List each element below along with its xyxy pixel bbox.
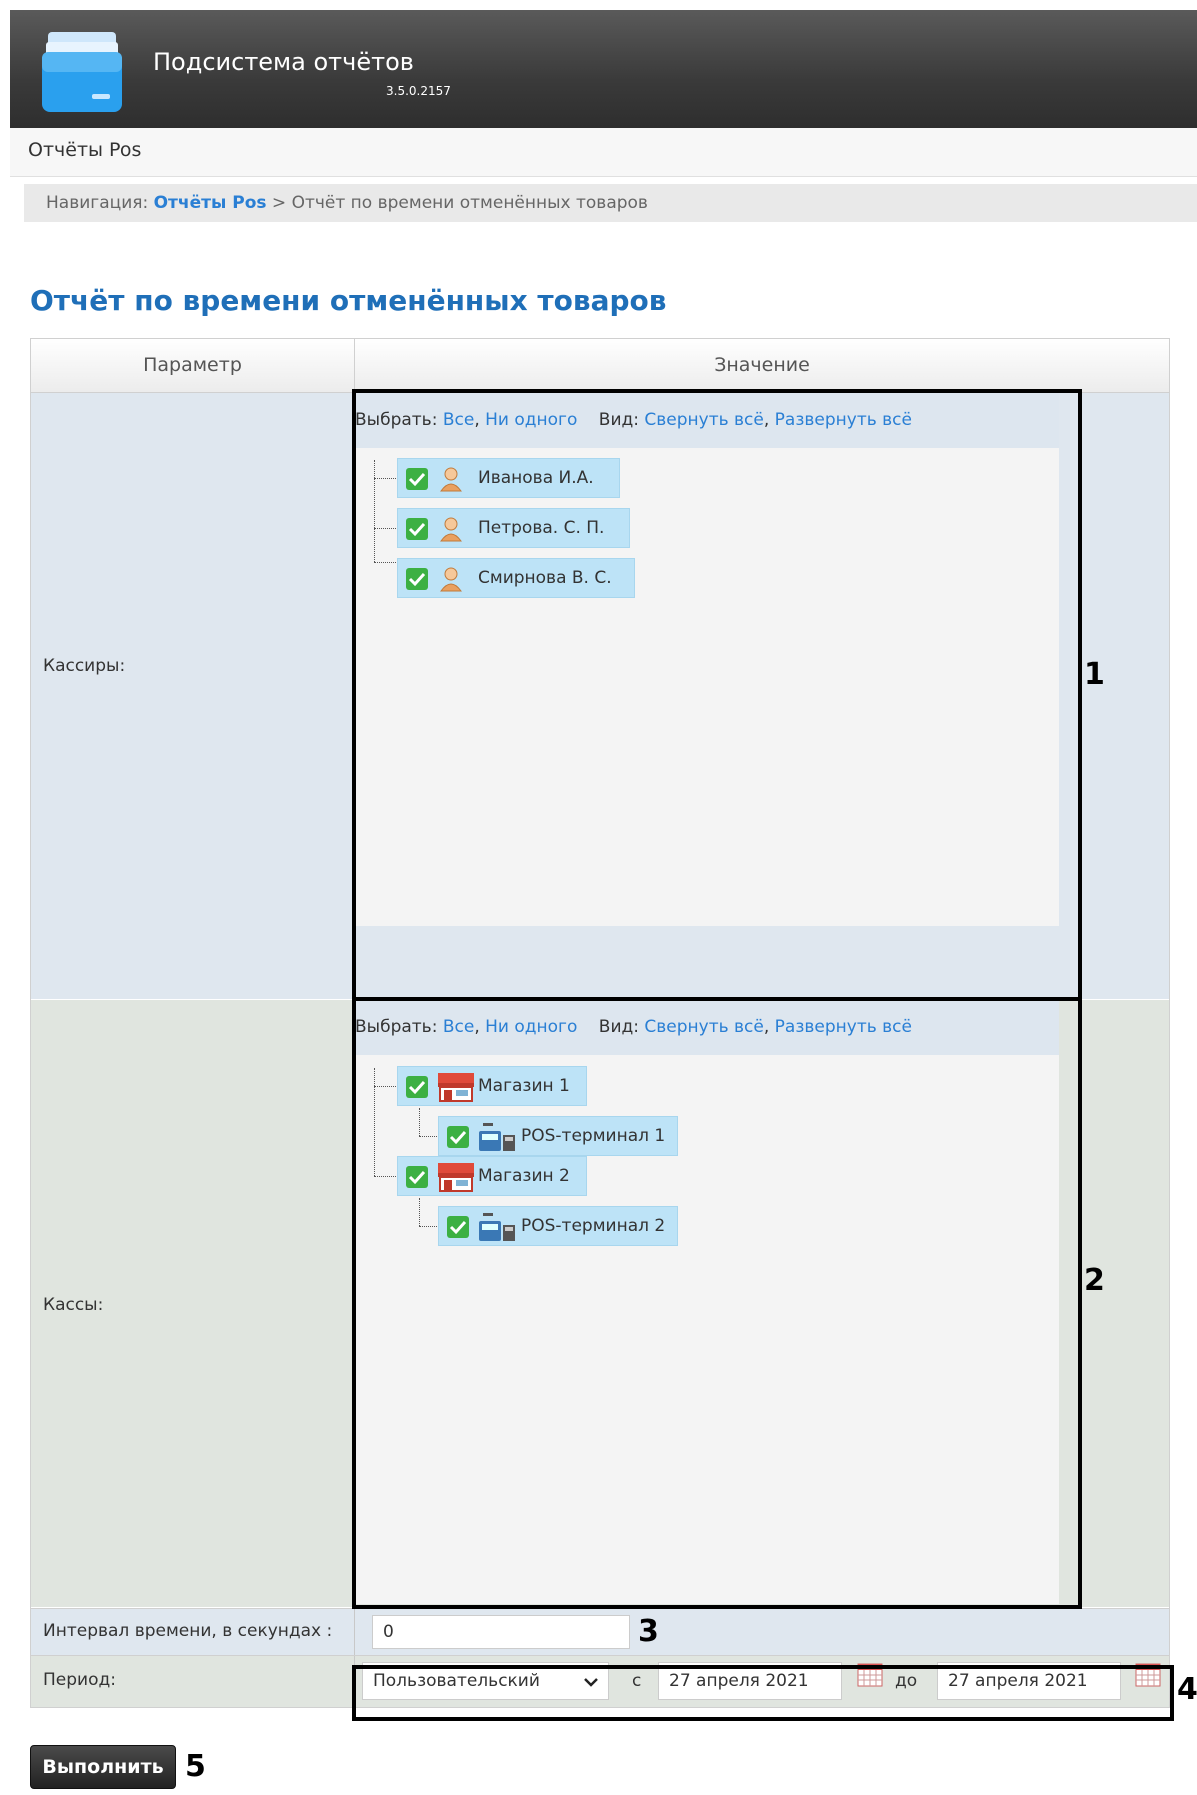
column-header-parameter: Параметр	[31, 339, 355, 392]
cashiers-label: Кассиры:	[43, 656, 126, 676]
registers-label: Кассы:	[43, 1295, 104, 1315]
cell-separator	[354, 1609, 355, 1655]
table-header: Параметр Значение	[31, 339, 1169, 393]
annotation-number-2: 2	[1084, 1263, 1105, 1298]
annotation-number-4: 4	[1177, 1672, 1197, 1707]
run-button[interactable]: Выполнить	[30, 1745, 176, 1789]
breadcrumb-prefix: Навигация:	[46, 193, 154, 213]
annotation-number-1: 1	[1084, 657, 1105, 692]
annotation-frame-4	[352, 1665, 1174, 1721]
interval-input[interactable]: 0	[372, 1615, 630, 1649]
annotation-frame-2	[352, 997, 1082, 1609]
app-version: 3.5.0.2157	[386, 84, 451, 98]
breadcrumb-link-pos-reports[interactable]: Отчёты Pos	[154, 193, 267, 213]
folder-icon	[42, 32, 122, 112]
menu-item-pos-reports[interactable]: Отчёты Pos	[28, 139, 141, 161]
app-header: Подсистема отчётов 3.5.0.2157	[10, 10, 1197, 128]
column-header-value: Значение	[714, 354, 810, 376]
app-title: Подсистема отчётов	[153, 48, 414, 76]
interval-label: Интервал времени, в секундах :	[43, 1621, 333, 1641]
annotation-number-5: 5	[185, 1749, 206, 1784]
page-title: Отчёт по времени отменённых товаров	[30, 284, 667, 317]
annotation-number-3: 3	[638, 1614, 659, 1649]
annotation-frame-1	[352, 389, 1082, 1001]
menu-bar: Отчёты Pos	[10, 128, 1197, 177]
breadcrumb-separator: >	[266, 193, 292, 213]
breadcrumb: Навигация: Отчёты Pos > Отчёт по времени…	[24, 184, 1197, 222]
row-interval: Интервал времени, в секундах : 0	[31, 1608, 1169, 1655]
period-label: Период:	[43, 1670, 116, 1690]
breadcrumb-current: Отчёт по времени отменённых товаров	[291, 193, 648, 213]
